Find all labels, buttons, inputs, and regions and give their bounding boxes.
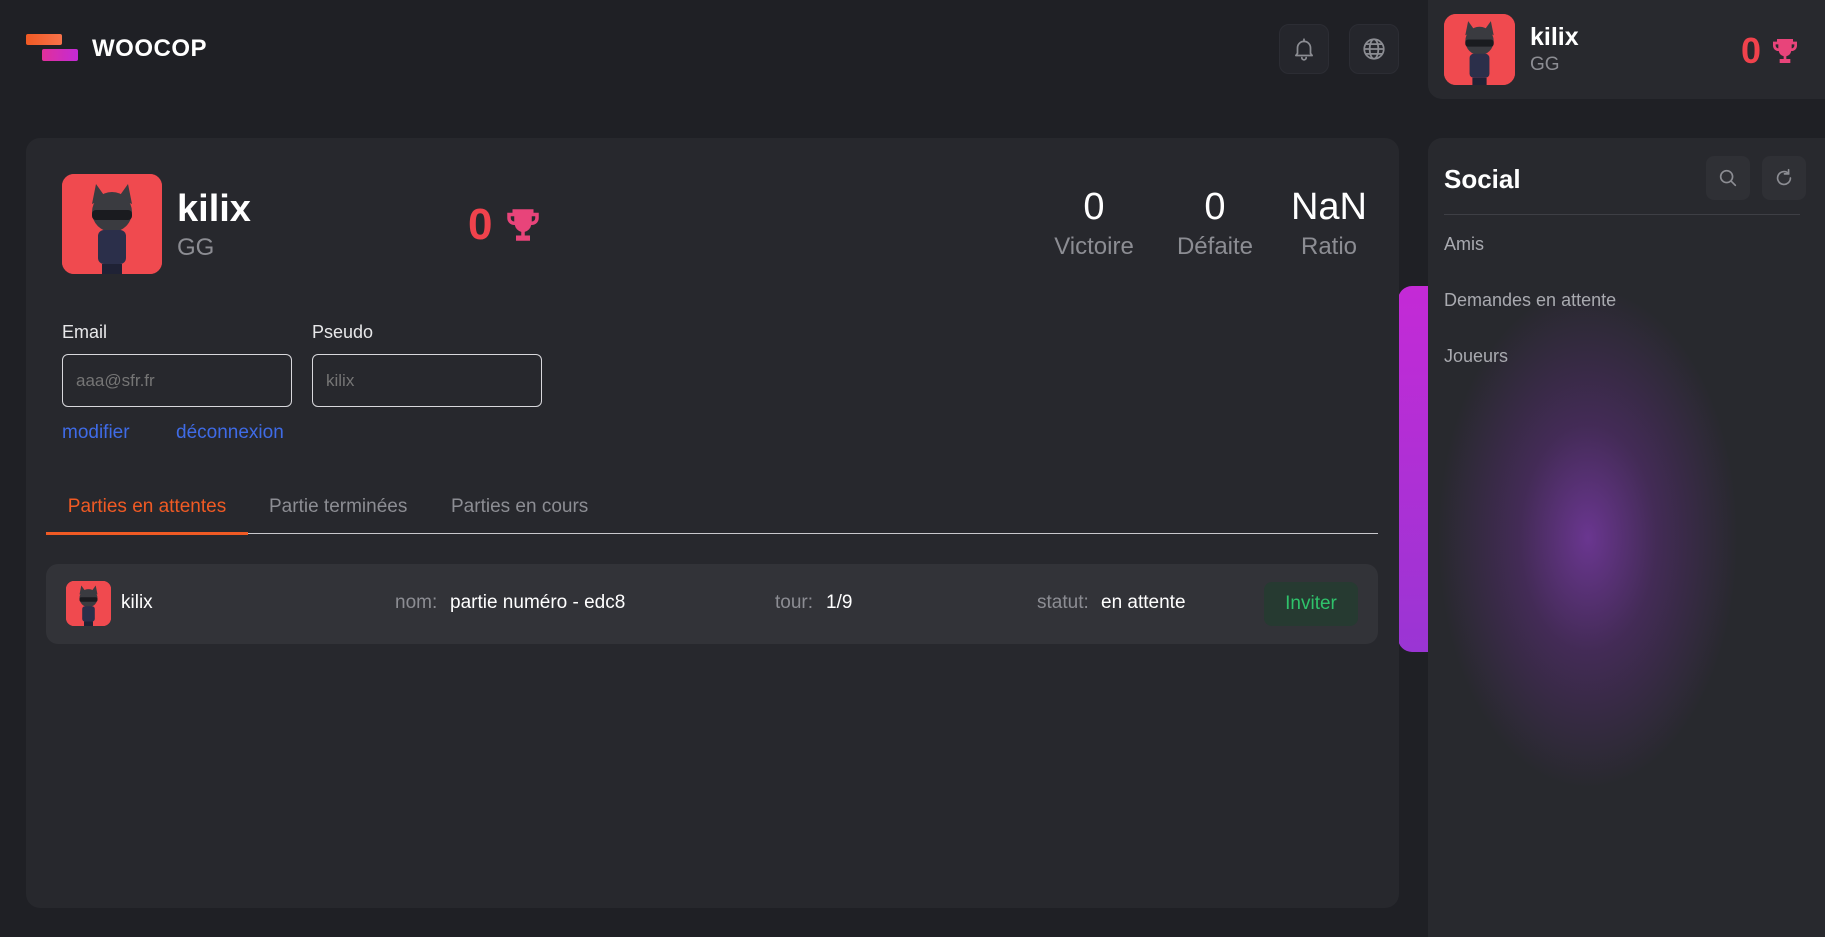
notifications-button[interactable] <box>1279 24 1329 74</box>
profile-trophy-count: 0 <box>468 200 544 250</box>
profile-subtitle: GG <box>177 234 215 261</box>
social-panel: Social Amis Demandes en attente Joueurs <box>1428 138 1825 937</box>
user-subtitle: GG <box>1530 54 1560 75</box>
trophy-icon <box>1773 39 1797 63</box>
stat-value: 0 <box>1083 186 1105 228</box>
email-field[interactable] <box>62 354 292 407</box>
game-name-key: nom: <box>395 592 438 613</box>
stat-ratio: NaN Ratio <box>1284 186 1374 261</box>
stat-label: Ratio <box>1300 233 1358 260</box>
social-title: Social <box>1444 164 1521 194</box>
social-item-players[interactable]: Joueurs <box>1444 346 1508 367</box>
stat-victories: 0 Victoire <box>1044 186 1144 261</box>
social-search-button[interactable] <box>1706 156 1750 200</box>
stat-label: Victoire <box>1054 233 1134 260</box>
refresh-icon <box>1776 168 1792 186</box>
game-turn-key: tour: <box>775 592 814 613</box>
stat-defeats: 0 Défaite <box>1165 186 1265 261</box>
user-trophy-count: 0 <box>1741 30 1801 72</box>
avatar <box>1444 14 1515 85</box>
list-item[interactable]: kilix nom: partie numéro - edc8 tour: 1/… <box>46 564 1378 644</box>
user-name: kilix <box>1530 23 1579 51</box>
email-label: Email <box>62 322 108 342</box>
game-status-value: en attente <box>1101 592 1186 613</box>
user-card[interactable]: kilix GG 0 <box>1428 0 1825 99</box>
social-refresh-button[interactable] <box>1762 156 1806 200</box>
trophy-icon <box>507 209 540 241</box>
pseudo-label: Pseudo <box>312 322 374 342</box>
game-status-key: statut: <box>1037 592 1089 613</box>
game-name-value: partie numéro - edc8 <box>450 592 626 613</box>
trophy-count: 0 <box>468 200 493 249</box>
trophy-count: 0 <box>1740 30 1761 71</box>
stat-label: Défaite <box>1176 233 1254 260</box>
stat-value: NaN <box>1290 186 1368 228</box>
invite-button[interactable]: Inviter <box>1264 582 1358 626</box>
language-button[interactable] <box>1349 24 1399 74</box>
logo-mark-icon <box>26 32 80 66</box>
tab-pending-games[interactable]: Parties en attentes <box>46 484 248 535</box>
app-name: WOOCOP <box>92 35 207 62</box>
tab-finished-games[interactable]: Partie terminées <box>269 484 407 534</box>
profile-avatar <box>62 174 162 274</box>
stat-value: 0 <box>1204 186 1226 228</box>
profile-panel: kilix GG 0 0 Victoire 0 Défaite NaN Rati… <box>26 138 1399 908</box>
player-name: kilix <box>121 592 153 613</box>
social-item-pending-requests[interactable]: Demandes en attente <box>1444 290 1616 311</box>
divider <box>1444 214 1800 215</box>
profile-name: kilix <box>177 188 251 230</box>
bell-icon <box>1295 38 1313 61</box>
globe-icon <box>1363 38 1385 60</box>
logout-link[interactable]: déconnexion <box>176 422 284 444</box>
edit-link[interactable]: modifier <box>62 422 130 444</box>
player-avatar <box>66 581 111 626</box>
pseudo-field[interactable] <box>312 354 542 407</box>
app-logo[interactable]: WOOCOP <box>26 32 207 66</box>
tab-ongoing-games[interactable]: Parties en cours <box>451 484 588 534</box>
social-item-friends[interactable]: Amis <box>1444 234 1484 255</box>
game-turn-value: 1/9 <box>826 592 853 613</box>
search-icon <box>1719 169 1737 187</box>
games-tabs: Parties en attentes Partie terminées Par… <box>46 484 1378 535</box>
